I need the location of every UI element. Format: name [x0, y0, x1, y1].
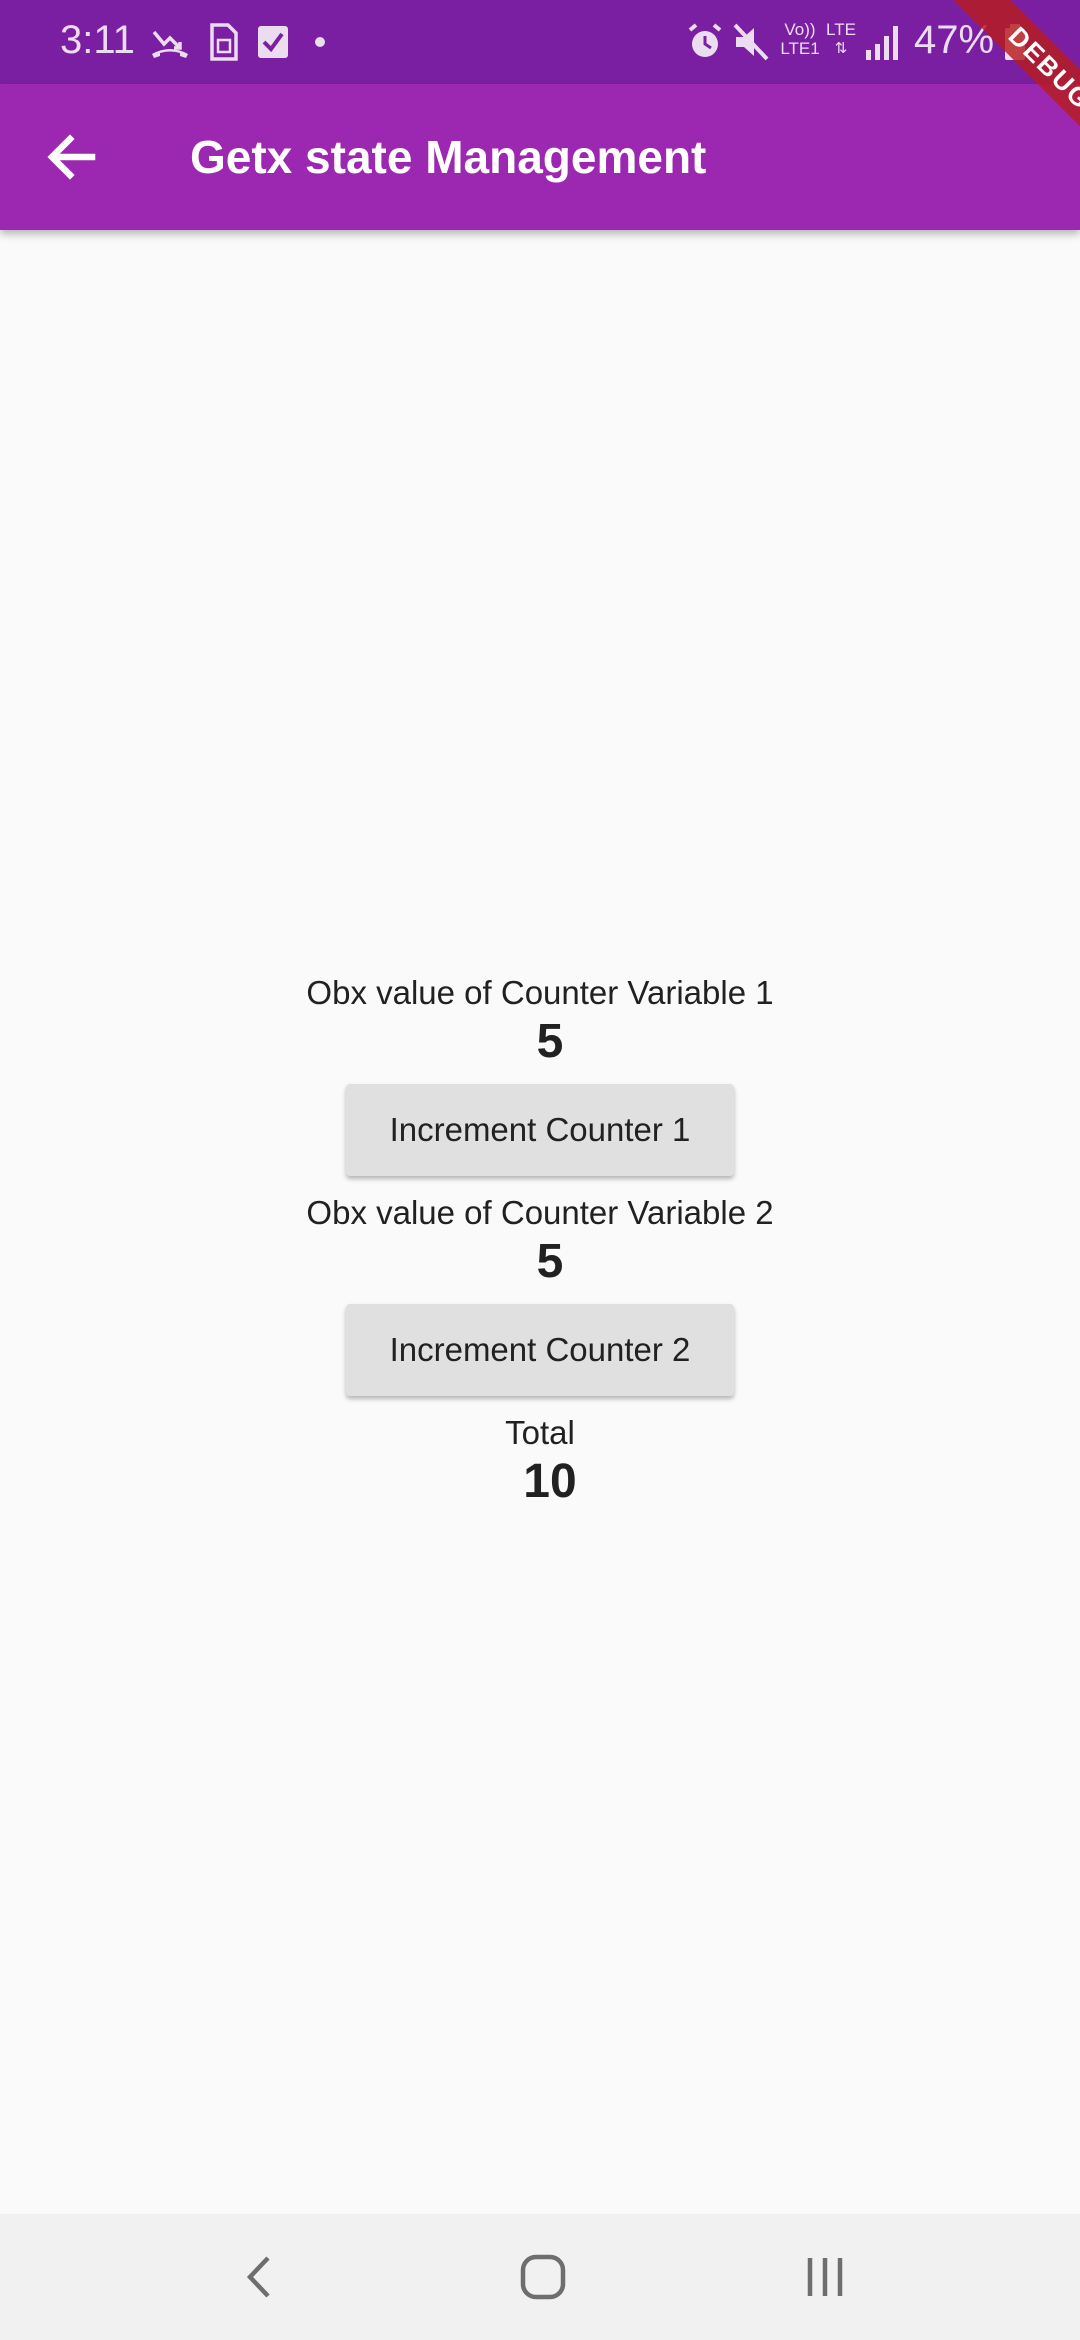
navigation-bar	[0, 2214, 1080, 2340]
mute-icon	[733, 23, 769, 61]
dot-icon	[315, 37, 325, 47]
counter2-label: Obx value of Counter Variable 2	[306, 1194, 774, 1231]
lte-arrows: ⇅	[834, 40, 848, 57]
main-content: Obx value of Counter Variable 1 5 Increm…	[0, 230, 1080, 2214]
nav-home-icon[interactable]	[508, 2242, 578, 2312]
total-value: 10	[523, 1455, 577, 1508]
volte-label: Vo))	[784, 20, 816, 39]
increment-counter2-button[interactable]: Increment Counter 2	[346, 1304, 734, 1396]
app-bar: Getx state Management	[0, 84, 1080, 230]
alarm-icon	[688, 23, 722, 57]
sim-card-icon	[210, 23, 238, 61]
arrow-back-icon	[47, 134, 96, 180]
back-button[interactable]	[30, 115, 114, 199]
counter2-value: 5	[536, 1235, 564, 1288]
lte-label: LTE	[826, 20, 856, 39]
lte-icon: LTE ⇅	[824, 20, 858, 60]
nav-back-icon[interactable]	[226, 2242, 296, 2312]
screen: 3:11 Vo)) LTE1 LTE ⇅ 47% Getx state Mana…	[0, 0, 1080, 2340]
status-bar: 3:11 Vo)) LTE1 LTE ⇅ 47%	[0, 0, 1080, 84]
battery-percent: 47%	[914, 18, 995, 62]
counter1-label: Obx value of Counter Variable 1	[306, 974, 774, 1011]
battery-icon	[1005, 24, 1025, 60]
nav-recents-icon[interactable]	[790, 2242, 860, 2312]
increment-counter1-button[interactable]: Increment Counter 1	[346, 1084, 734, 1176]
status-time: 3:11	[60, 18, 135, 62]
total-label: Total	[505, 1414, 575, 1451]
page-title: Getx state Management	[190, 131, 707, 183]
missed-call-icon	[152, 30, 188, 58]
volte-sub: LTE1	[780, 39, 820, 58]
volte-icon: Vo)) LTE1	[780, 20, 820, 60]
checkbox-icon	[258, 26, 288, 58]
counter1-value: 5	[536, 1015, 564, 1068]
signal-icon	[866, 26, 898, 60]
